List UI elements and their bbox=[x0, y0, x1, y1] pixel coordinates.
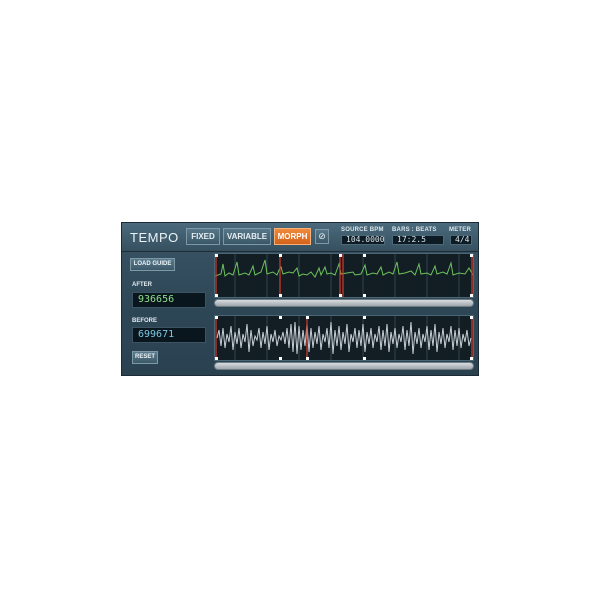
meter-field[interactable]: 4/4 bbox=[450, 235, 472, 245]
meter-label: METER bbox=[449, 227, 471, 233]
before-label: BEFORE bbox=[132, 318, 158, 324]
load-guide-button[interactable]: LOAD GUIDE bbox=[130, 258, 175, 271]
bars-beats-label: BARS : BEATS bbox=[392, 227, 437, 233]
tempo-panel: TEMPO FIXED VARIABLE MORPH ⊘ SOURCE BPM … bbox=[121, 222, 479, 376]
source-bpm-label: SOURCE BPM bbox=[341, 227, 384, 233]
reset-button[interactable]: RESET bbox=[132, 351, 158, 364]
after-label: AFTER bbox=[132, 282, 152, 288]
after-waveform[interactable] bbox=[214, 253, 474, 298]
after-scrollbar[interactable] bbox=[214, 299, 474, 307]
bars-beats-field[interactable]: 17:2.5 bbox=[392, 235, 444, 245]
no-entry-icon[interactable]: ⊘ bbox=[315, 229, 329, 244]
before-scrollbar[interactable] bbox=[214, 362, 474, 370]
mode-fixed-button[interactable]: FIXED bbox=[186, 228, 220, 245]
panel-title: TEMPO bbox=[130, 230, 179, 245]
source-bpm-field[interactable]: 104.0000 bbox=[341, 235, 385, 245]
mode-variable-button[interactable]: VARIABLE bbox=[223, 228, 271, 245]
before-value[interactable]: 699671 bbox=[132, 327, 206, 343]
after-value[interactable]: 936656 bbox=[132, 292, 206, 308]
mode-morph-button[interactable]: MORPH bbox=[274, 228, 311, 245]
tempo-toolbar: TEMPO FIXED VARIABLE MORPH ⊘ SOURCE BPM … bbox=[122, 223, 478, 252]
before-waveform[interactable] bbox=[214, 315, 474, 361]
